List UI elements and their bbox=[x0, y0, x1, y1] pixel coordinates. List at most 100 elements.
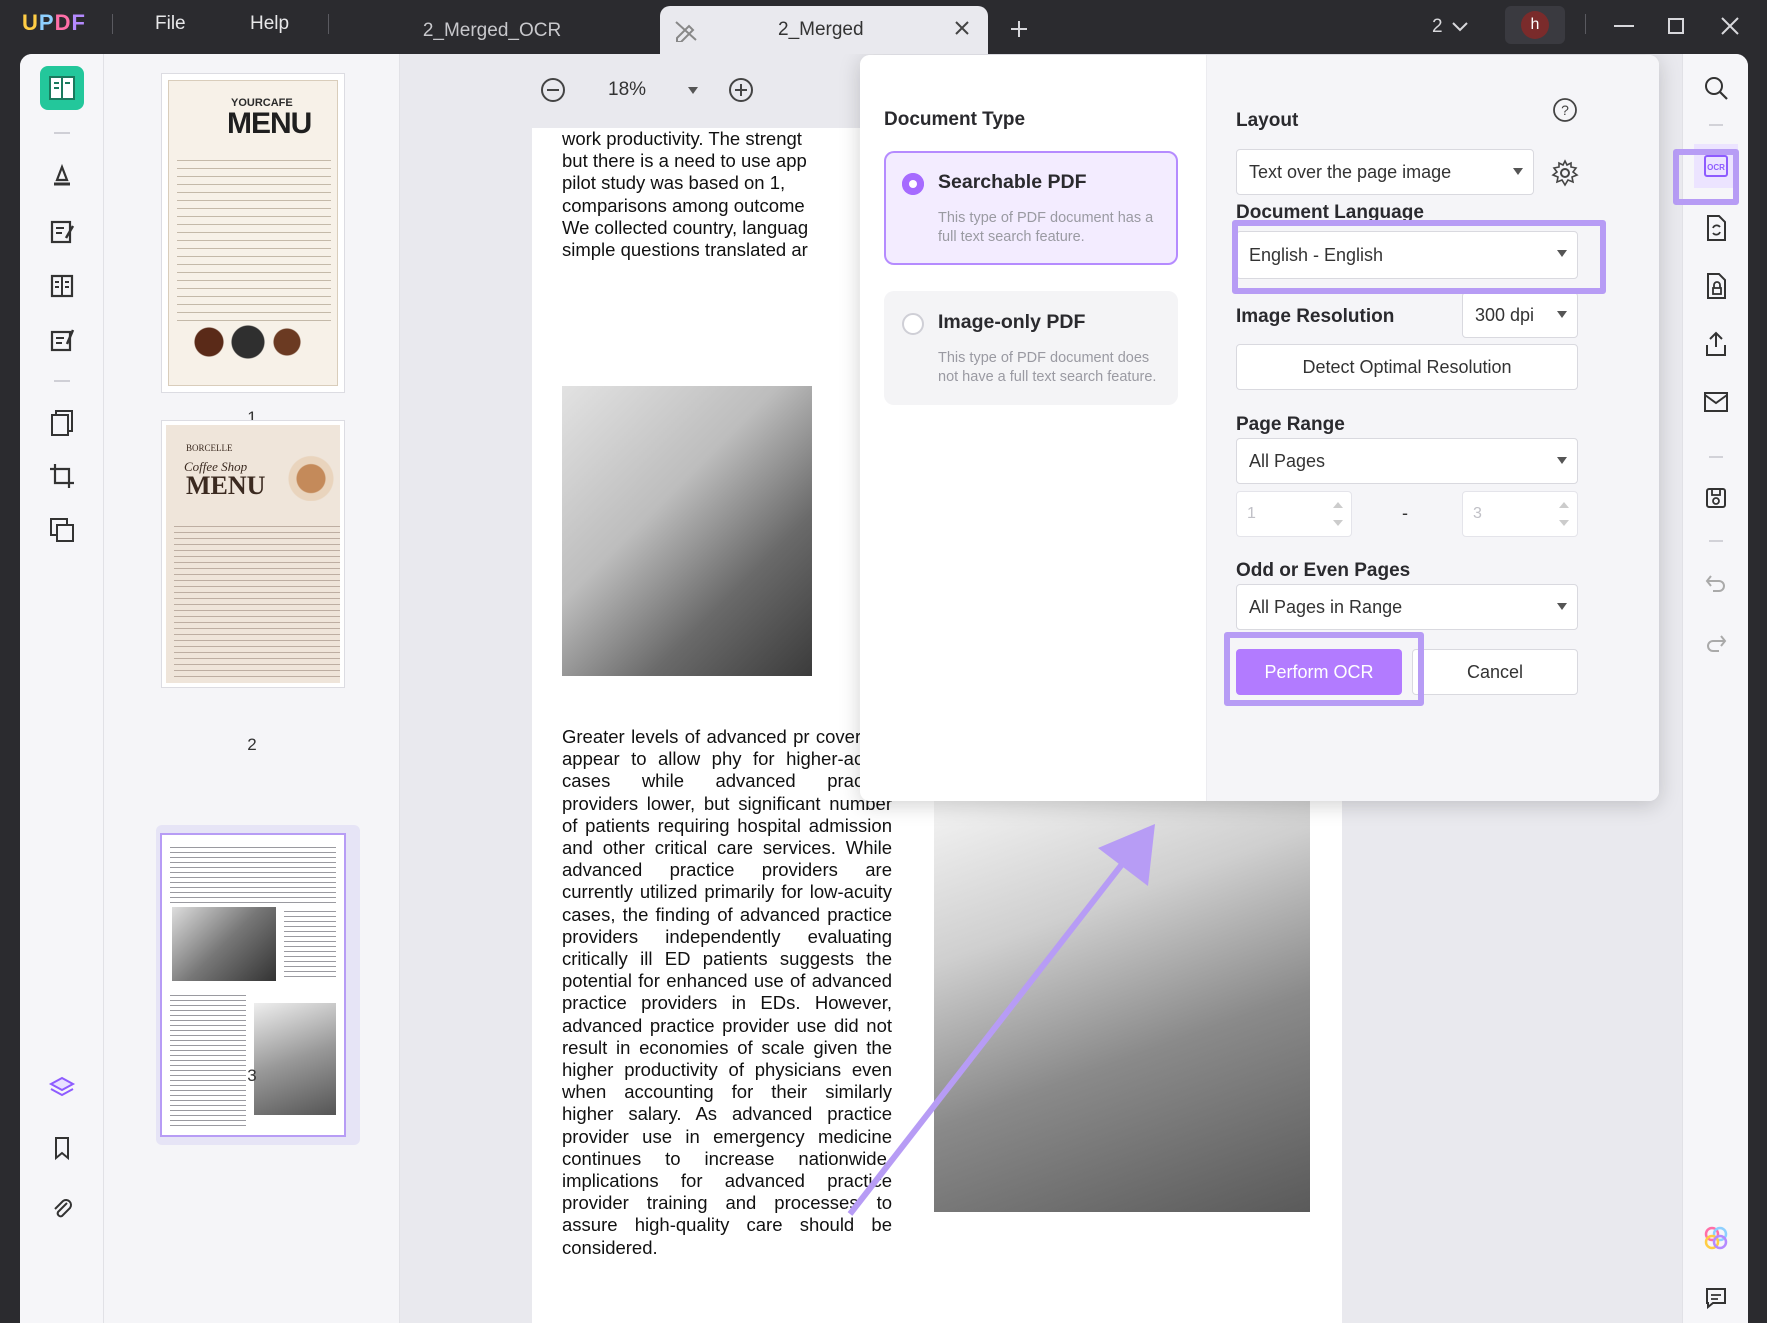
stepper-up-icon[interactable] bbox=[1333, 502, 1343, 508]
option-title: Image-only PDF bbox=[938, 311, 1086, 333]
document-type-panel: Document Type Searchable PDF This type o… bbox=[860, 55, 1207, 801]
option-description: This type of PDF document has a full tex… bbox=[938, 210, 1154, 245]
close-window-icon[interactable] bbox=[1716, 12, 1744, 40]
menu-help[interactable]: Help bbox=[250, 13, 289, 35]
zoom-value[interactable]: 18% bbox=[608, 79, 678, 101]
divider bbox=[1709, 540, 1723, 542]
image-resolution-label: Image Resolution bbox=[1236, 306, 1395, 327]
stepper-down-icon[interactable] bbox=[1333, 520, 1343, 526]
divider bbox=[328, 14, 329, 34]
annotation-arrow bbox=[847, 824, 1155, 1216]
option-image-only-pdf[interactable]: Image-only PDF This type of PDF document… bbox=[884, 291, 1178, 405]
convert-icon[interactable] bbox=[1694, 206, 1738, 250]
thumbnail-panel: YOURCAFE MENU 1 BORCELLE Coffee Shop MEN… bbox=[104, 54, 400, 1323]
attachment-icon[interactable] bbox=[40, 1186, 84, 1230]
share-icon[interactable] bbox=[1694, 322, 1738, 366]
comments-panel-icon[interactable] bbox=[1694, 1276, 1738, 1320]
avatar-initial: h bbox=[1521, 11, 1549, 39]
chevron-down-icon bbox=[1557, 603, 1567, 610]
document-type-label: Document Type bbox=[884, 109, 1026, 130]
organize-pages-icon[interactable] bbox=[40, 400, 84, 444]
page-organize-icon[interactable] bbox=[40, 264, 84, 308]
chevron-down-icon bbox=[1557, 457, 1567, 464]
form-tool-icon[interactable] bbox=[40, 318, 84, 362]
divider bbox=[1585, 14, 1586, 34]
save-icon[interactable] bbox=[1694, 476, 1738, 520]
range-to-stepper[interactable]: 3 bbox=[1462, 491, 1578, 537]
window-count[interactable]: 2 bbox=[1432, 12, 1469, 42]
chevron-down-icon bbox=[1557, 311, 1567, 318]
page-number: 2 bbox=[247, 735, 257, 754]
radio-selected[interactable] bbox=[902, 173, 924, 195]
divider bbox=[54, 380, 70, 382]
ocr-icon-highlight bbox=[1673, 149, 1739, 205]
bookmark-icon[interactable] bbox=[40, 1126, 84, 1170]
zoom-out-icon[interactable] bbox=[540, 77, 566, 103]
left-toolbar bbox=[20, 54, 104, 1323]
layers-icon[interactable] bbox=[40, 1066, 84, 1110]
divider bbox=[1709, 456, 1723, 458]
crop-tool-icon[interactable] bbox=[40, 454, 84, 498]
page-photo-laptop bbox=[562, 386, 812, 676]
option-searchable-pdf[interactable]: Searchable PDF This type of PDF document… bbox=[884, 151, 1178, 265]
email-icon[interactable] bbox=[1694, 380, 1738, 424]
close-tab-icon[interactable] bbox=[954, 20, 970, 42]
page-paragraph-1: work productivity. The strengt but there… bbox=[562, 128, 809, 261]
app-logo: UPDF bbox=[22, 10, 86, 35]
zoom-in-icon[interactable] bbox=[728, 77, 754, 103]
option-title: Searchable PDF bbox=[938, 171, 1087, 193]
batch-tool-icon[interactable] bbox=[40, 508, 84, 552]
help-icon[interactable]: ? bbox=[1552, 97, 1578, 128]
layout-value: Text over the page image bbox=[1249, 161, 1452, 182]
tab-label: 2_Merged bbox=[778, 19, 864, 40]
tab-2-merged-ocr[interactable]: 2_Merged_OCR bbox=[392, 6, 592, 56]
redo-icon[interactable] bbox=[1694, 620, 1738, 664]
range-from-value: 1 bbox=[1247, 505, 1256, 522]
page-number: 3 bbox=[247, 1066, 257, 1085]
odd-even-select[interactable]: All Pages in Range bbox=[1236, 584, 1578, 630]
stepper-up-icon[interactable] bbox=[1559, 502, 1569, 508]
maximize-icon[interactable] bbox=[1662, 12, 1690, 40]
detect-resolution-button[interactable]: Detect Optimal Resolution bbox=[1236, 344, 1578, 390]
reader-tool-icon[interactable] bbox=[40, 66, 84, 110]
comment-tool-icon[interactable] bbox=[40, 154, 84, 198]
ai-assistant-icon[interactable] bbox=[1694, 1216, 1738, 1260]
odd-even-value: All Pages in Range bbox=[1249, 596, 1403, 617]
svg-text:?: ? bbox=[1561, 102, 1569, 118]
chevron-down-icon bbox=[1513, 168, 1523, 175]
avatar[interactable]: h bbox=[1505, 6, 1565, 44]
range-from-stepper[interactable]: 1 bbox=[1236, 491, 1352, 537]
thumb-heading: MENU bbox=[227, 107, 312, 140]
search-icon[interactable] bbox=[1694, 66, 1738, 110]
edit-off-icon bbox=[674, 20, 698, 48]
resolution-select[interactable]: 300 dpi bbox=[1462, 292, 1578, 338]
divider bbox=[1709, 124, 1723, 126]
resolution-value: 300 dpi bbox=[1475, 304, 1535, 325]
divider bbox=[112, 14, 113, 34]
layout-select[interactable]: Text over the page image bbox=[1236, 149, 1534, 195]
right-toolbar: OCR bbox=[1682, 54, 1748, 1323]
stepper-down-icon[interactable] bbox=[1559, 520, 1569, 526]
divider bbox=[54, 132, 70, 134]
new-tab-icon[interactable] bbox=[1004, 14, 1034, 44]
minimize-icon[interactable] bbox=[1610, 12, 1638, 40]
odd-even-label: Odd or Even Pages bbox=[1236, 560, 1411, 581]
edit-tool-icon[interactable] bbox=[40, 210, 84, 254]
thumbnail-page-3[interactable] bbox=[162, 835, 344, 1135]
radio-unselected[interactable] bbox=[902, 313, 924, 335]
protect-icon[interactable] bbox=[1694, 264, 1738, 308]
thumb-brand: BORCELLE bbox=[186, 443, 233, 453]
app-window: YOURCAFE MENU 1 BORCELLE Coffee Shop MEN… bbox=[20, 54, 1748, 1323]
gear-icon[interactable] bbox=[1551, 159, 1579, 192]
cancel-button[interactable]: Cancel bbox=[1412, 649, 1578, 695]
page-range-select[interactable]: All Pages bbox=[1236, 438, 1578, 484]
zoom-dropdown-icon[interactable] bbox=[688, 86, 698, 94]
undo-icon[interactable] bbox=[1694, 560, 1738, 604]
tab-label: 2_Merged_OCR bbox=[422, 20, 562, 41]
title-bar: UPDF File Help 2_Merged_OCR 2_Merged 2 h bbox=[0, 0, 1767, 56]
tab-2-merged[interactable]: 2_Merged bbox=[660, 6, 988, 56]
thumbnail-page-2[interactable]: BORCELLE Coffee Shop MENU bbox=[162, 421, 344, 687]
range-to-value: 3 bbox=[1473, 505, 1482, 522]
thumbnail-page-1[interactable]: YOURCAFE MENU bbox=[162, 74, 344, 392]
menu-file[interactable]: File bbox=[155, 13, 186, 35]
